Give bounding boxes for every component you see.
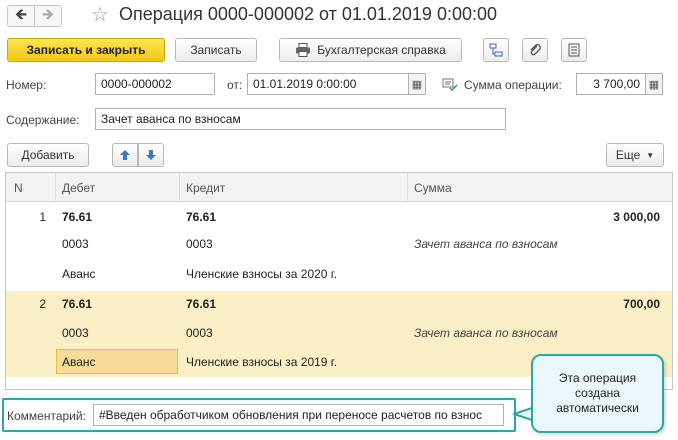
debit-subconto-2: Аванс — [62, 266, 96, 281]
add-row-button[interactable]: Добавить — [7, 143, 89, 167]
sum-label: Сумма операции: — [464, 78, 562, 92]
date-field[interactable]: 01.01.2019 0:00:00 — [247, 73, 409, 95]
debit-account: 76.61 — [62, 209, 93, 224]
column-header-n[interactable]: N — [6, 173, 56, 202]
credit-account: 76.61 — [186, 296, 217, 311]
save-button[interactable]: Записать — [175, 38, 257, 62]
back-arrow-icon[interactable]: 🡸 — [7, 5, 35, 27]
row-sum: 3 000,00 — [613, 209, 660, 224]
content-label: Содержание: — [6, 113, 80, 127]
calculator-icon[interactable]: ▦ — [645, 73, 663, 95]
row-sum: 700,00 — [623, 296, 660, 311]
chevron-down-icon: ▼ — [646, 150, 655, 160]
favorite-star-icon[interactable]: ☆ — [91, 3, 109, 27]
number-label: Номер: — [6, 78, 47, 92]
number-field[interactable]: 0000-000002 — [95, 73, 215, 95]
save-and-close-button[interactable]: Записать и закрыть — [7, 38, 165, 62]
table-header: N Дебет Кредит Сумма — [6, 173, 672, 202]
table-row[interactable]: 0003 0003 Зачет аванса по взносам — [6, 320, 672, 345]
column-header-credit[interactable]: Кредит — [180, 173, 408, 202]
debit-subconto-1: 0003 — [62, 325, 89, 340]
more-menu-label: Еще — [615, 148, 641, 162]
move-down-button[interactable] — [138, 143, 164, 167]
credit-account: 76.61 — [186, 209, 217, 224]
column-header-debit[interactable]: Дебет — [56, 173, 180, 202]
printer-icon — [296, 43, 311, 57]
row-sum-note: Зачет аванса по взносам — [414, 236, 558, 251]
callout-note: Эта операция создана автоматически — [531, 354, 664, 433]
more-menu-button[interactable]: Еще ▼ — [606, 143, 664, 167]
sum-field[interactable]: 3 700,00 — [576, 73, 646, 95]
accounting-report-label: Бухгалтерская справка — [317, 43, 446, 57]
edit-check-icon — [442, 78, 458, 92]
comment-label: Комментарий: — [7, 409, 86, 423]
debit-account: 76.61 — [62, 296, 93, 311]
document-list-button[interactable] — [561, 38, 587, 62]
title-bar: 🡸 🡺 ☆ Операция 0000-000002 от 01.01.2019… — [0, 0, 678, 32]
calendar-icon[interactable]: ▦ — [408, 73, 426, 95]
arrow-down-icon — [146, 150, 156, 160]
row-sum-note: Зачет аванса по взносам — [414, 325, 558, 340]
credit-subconto-1: 0003 — [186, 236, 213, 251]
credit-subconto-2: Членские взносы за 2020 г. — [186, 266, 338, 281]
comment-field[interactable]: #Введен обработчиком обновления при пере… — [93, 404, 504, 426]
paperclip-icon — [530, 44, 541, 56]
row-number: 2 — [39, 296, 46, 311]
table-row[interactable]: 2 76.61 76.61 700,00 — [6, 291, 672, 316]
column-header-sum[interactable]: Сумма — [408, 173, 672, 202]
hierarchy-icon — [489, 43, 503, 57]
arrow-up-icon — [120, 150, 130, 160]
table-row[interactable]: 0003 0003 Зачет аванса по взносам — [6, 231, 672, 256]
row-number: 1 — [39, 209, 46, 224]
date-label: от: — [227, 78, 243, 92]
structure-button[interactable] — [483, 38, 509, 62]
forward-arrow-icon[interactable]: 🡺 — [34, 5, 62, 27]
page-title: Операция 0000-000002 от 01.01.2019 0:00:… — [119, 4, 497, 24]
content-field[interactable]: Зачет аванса по взносам — [95, 108, 506, 130]
credit-subconto-1: 0003 — [186, 325, 213, 340]
debit-subconto-1: 0003 — [62, 236, 89, 251]
list-icon — [568, 43, 580, 57]
table-row[interactable]: Аванс Членские взносы за 2020 г. — [6, 261, 672, 286]
debit-subconto-2: Аванс — [62, 354, 96, 369]
credit-subconto-2: Членские взносы за 2019 г. — [186, 354, 338, 369]
move-up-button[interactable] — [112, 143, 138, 167]
accounting-report-button[interactable]: Бухгалтерская справка — [279, 38, 462, 62]
attach-file-button[interactable] — [522, 38, 548, 62]
table-row[interactable]: 1 76.61 76.61 3 000,00 — [6, 204, 672, 229]
